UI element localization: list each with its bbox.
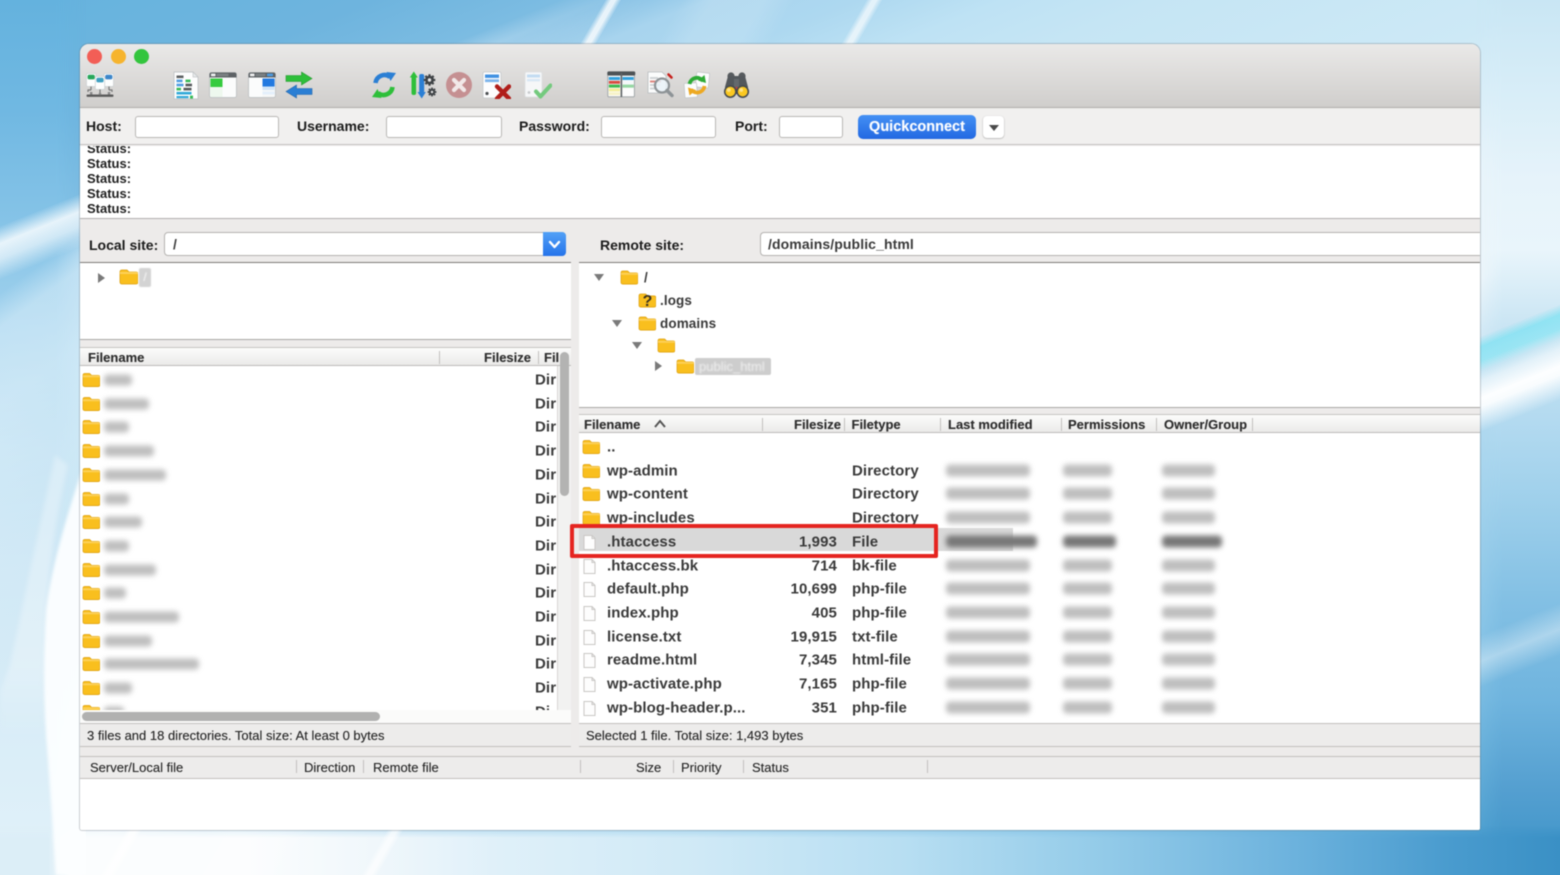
svg-text:?: ? (643, 293, 653, 308)
